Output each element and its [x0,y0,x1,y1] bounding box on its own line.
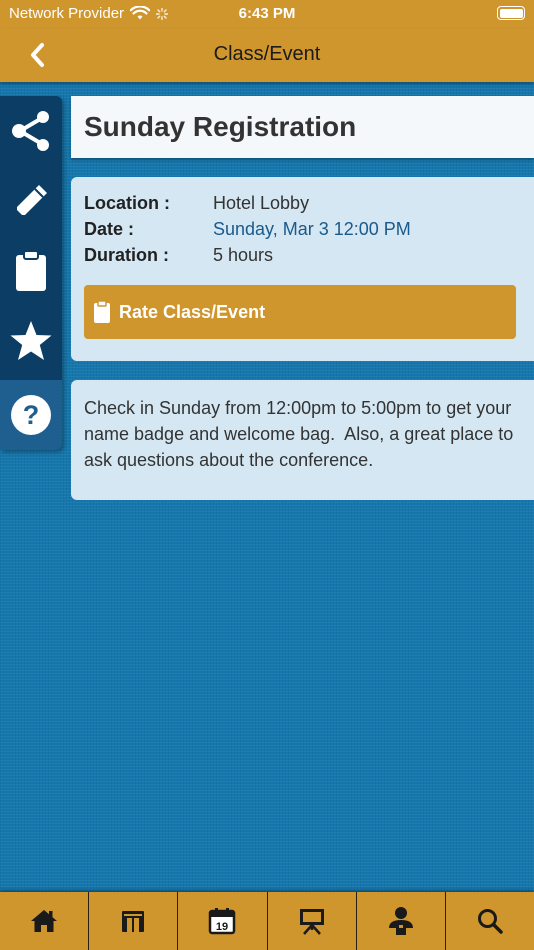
location-value: Hotel Lobby [213,193,310,213]
nav-title: Class/Event [213,43,321,65]
event-title-card: Sunday Registration [71,96,534,158]
action-sidebar: ? [0,96,62,450]
presentation-board-icon [299,909,324,935]
clipboard-icon [94,300,110,323]
home-icon [31,910,58,932]
clipboard-icon [16,250,46,291]
tab-speakers[interactable] [357,892,446,950]
duration-label: Duration : [84,245,169,265]
notes-button[interactable] [0,236,62,306]
status-bar: Network Provider 6:43 PM [0,0,534,28]
duration-value: 5 hours [213,245,274,265]
location-label: Location : [84,193,170,213]
tab-schedule[interactable]: 19 [178,892,268,950]
date-label: Date : [84,219,135,239]
rate-event-button[interactable]: Rate Class/Event [84,285,516,339]
event-title: Sunday Registration [84,111,357,142]
tab-home[interactable] [0,892,90,950]
event-description: Check in Sunday from 12:00pm to 5:00pm t… [84,398,519,470]
svg-text:?: ? [23,400,40,430]
search-icon [477,909,503,934]
calendar-day-text: 19 [216,921,228,933]
status-time: 6:43 PM [238,5,296,22]
date-value-link[interactable]: Sunday, Mar 3 12:00 PM [213,219,411,240]
event-info-card: Location : Hotel Lobby Date : Sunday, Ma… [71,177,534,361]
event-description-card: Check in Sunday from 12:00pm to 5:00pm t… [71,380,534,500]
favorite-button[interactable] [0,306,62,376]
help-icon: ? [11,395,51,435]
nav-bar: Class/Event [0,28,534,82]
battery-icon [497,6,525,20]
bottom-tab-bar: 19 [0,892,534,950]
pencil-icon [17,185,47,215]
speaker-icon [388,907,413,935]
star-icon [10,321,52,360]
share-button[interactable] [0,96,62,166]
tab-sessions[interactable] [268,892,357,950]
tab-exhibitors[interactable] [89,892,179,950]
edit-button[interactable] [0,166,62,236]
exhibitor-booth-icon [122,911,145,932]
rate-event-label: Rate Class/Event [119,301,266,322]
help-button[interactable]: ? [0,380,62,450]
calendar-icon: 19 [209,908,236,935]
tab-search[interactable] [446,892,534,950]
share-icon [12,111,49,151]
